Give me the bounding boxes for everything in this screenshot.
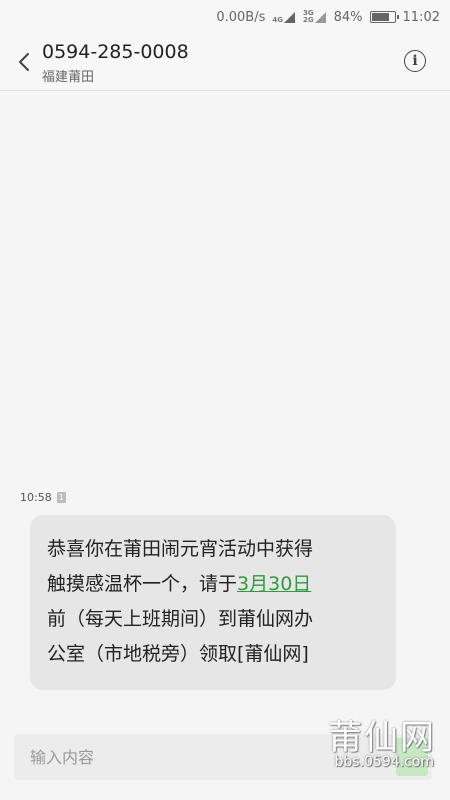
message-input[interactable]	[14, 734, 334, 780]
sim-card-icon: 1	[56, 492, 66, 503]
clock: 11:02	[402, 9, 440, 25]
signal-icon-2: 3G 2G	[303, 10, 327, 24]
message-list[interactable]: 10:58 1 恭喜你在莆田闹元宵活动中获得 触摸感温杯一个，请于3月30日 前…	[0, 91, 450, 723]
message-line: 触摸感温杯一个，请于3月30日	[47, 573, 312, 595]
info-button[interactable]: i	[404, 50, 426, 72]
battery-icon	[369, 11, 399, 23]
status-bar: 0.00B/s 4G 3G 2G 84% 11:02	[0, 0, 450, 34]
date-link[interactable]: 3月30日	[237, 573, 311, 595]
chevron-left-icon	[19, 53, 29, 71]
network-type-2: 3G 2G	[303, 9, 314, 24]
message-timestamp: 10:58	[20, 491, 52, 504]
battery-percent: 84%	[333, 9, 363, 25]
contact-number: 0594-285-0008	[42, 41, 189, 63]
conversation-header: 0594-285-0008 福建莆田 i	[0, 34, 450, 91]
message-line: 恭喜你在莆田闹元宵活动中获得	[47, 538, 314, 560]
composer-bar	[14, 734, 432, 780]
signal-icon: 4G	[272, 11, 296, 24]
info-icon: i	[412, 53, 418, 69]
back-button[interactable]	[12, 48, 36, 76]
contact-location: 福建莆田	[42, 70, 95, 85]
send-button[interactable]	[396, 738, 428, 776]
message-line: 公室（市地税旁）领取[莆仙网]	[47, 643, 309, 665]
message-bubble[interactable]: 恭喜你在莆田闹元宵活动中获得 触摸感温杯一个，请于3月30日 前（每天上班期间）…	[30, 515, 396, 690]
message-meta: 10:58 1	[20, 491, 66, 504]
network-speed: 0.00B/s	[216, 9, 266, 25]
network-type-1: 4G	[272, 15, 283, 24]
message-line: 前（每天上班期间）到莆仙网办	[47, 608, 314, 630]
status-indicators: 0.00B/s 4G 3G 2G 84% 11:02	[216, 8, 440, 26]
